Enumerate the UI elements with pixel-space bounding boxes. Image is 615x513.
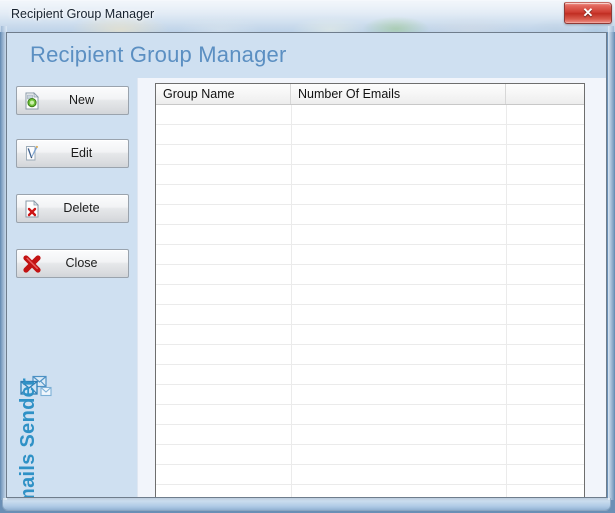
grid-column-header-blank[interactable]	[506, 84, 584, 104]
sidebar-panel: New Edit Delete Close Bulk Emails Sender	[7, 78, 137, 497]
grid-column-header-group-name[interactable]: Group Name	[156, 84, 291, 104]
close-button[interactable]: Close	[16, 249, 129, 278]
close-button-label: Close	[65, 256, 98, 270]
window-frame-bottom	[2, 498, 611, 511]
table-row[interactable]	[156, 385, 584, 405]
grid-header-row: Group Name Number Of Emails	[156, 84, 584, 105]
grid-rows-container	[156, 105, 584, 497]
window-title: Recipient Group Manager	[11, 7, 155, 21]
window-titlebar[interactable]: Recipient Group Manager ✕	[0, 0, 615, 32]
edit-button[interactable]: Edit	[16, 139, 129, 168]
table-row[interactable]	[156, 305, 584, 325]
window-close-button[interactable]: ✕	[564, 2, 612, 24]
edit-button-label: Edit	[70, 146, 93, 160]
table-row[interactable]	[156, 105, 584, 125]
table-row[interactable]	[156, 225, 584, 245]
table-row[interactable]	[156, 465, 584, 485]
delete-button-label: Delete	[63, 201, 100, 215]
page-header-band: Recipient Group Manager	[7, 33, 606, 78]
table-row[interactable]	[156, 445, 584, 465]
table-row[interactable]	[156, 205, 584, 225]
table-row[interactable]	[156, 345, 584, 365]
sidebar-divider	[137, 78, 138, 497]
grid-column-header-number-of-emails[interactable]: Number Of Emails	[291, 84, 506, 104]
table-row[interactable]	[156, 165, 584, 185]
table-row[interactable]	[156, 125, 584, 145]
table-row[interactable]	[156, 265, 584, 285]
table-row[interactable]	[156, 185, 584, 205]
window-frame-right	[608, 26, 614, 500]
new-button-label: New	[68, 93, 94, 107]
close-icon: ✕	[582, 5, 594, 20]
new-button[interactable]: New	[16, 86, 129, 115]
recipient-groups-grid[interactable]: Group Name Number Of Emails	[155, 83, 585, 497]
table-row[interactable]	[156, 485, 584, 497]
delete-button[interactable]: Delete	[16, 194, 129, 223]
window-client-area: Recipient Group Manager New Edit Delete …	[6, 32, 607, 498]
application-window: Recipient Group Manager ✕ Recipient Grou…	[0, 0, 615, 513]
table-row[interactable]	[156, 145, 584, 165]
branding-label: Bulk Emails Sender	[17, 377, 39, 498]
table-row[interactable]	[156, 425, 584, 445]
grid-body[interactable]	[156, 105, 584, 497]
page-title: Recipient Group Manager	[30, 42, 287, 67]
table-row[interactable]	[156, 365, 584, 385]
branding-text: Bulk Emails Sender	[15, 378, 49, 497]
table-row[interactable]	[156, 325, 584, 345]
table-row[interactable]	[156, 285, 584, 305]
table-row[interactable]	[156, 405, 584, 425]
table-row[interactable]	[156, 245, 584, 265]
